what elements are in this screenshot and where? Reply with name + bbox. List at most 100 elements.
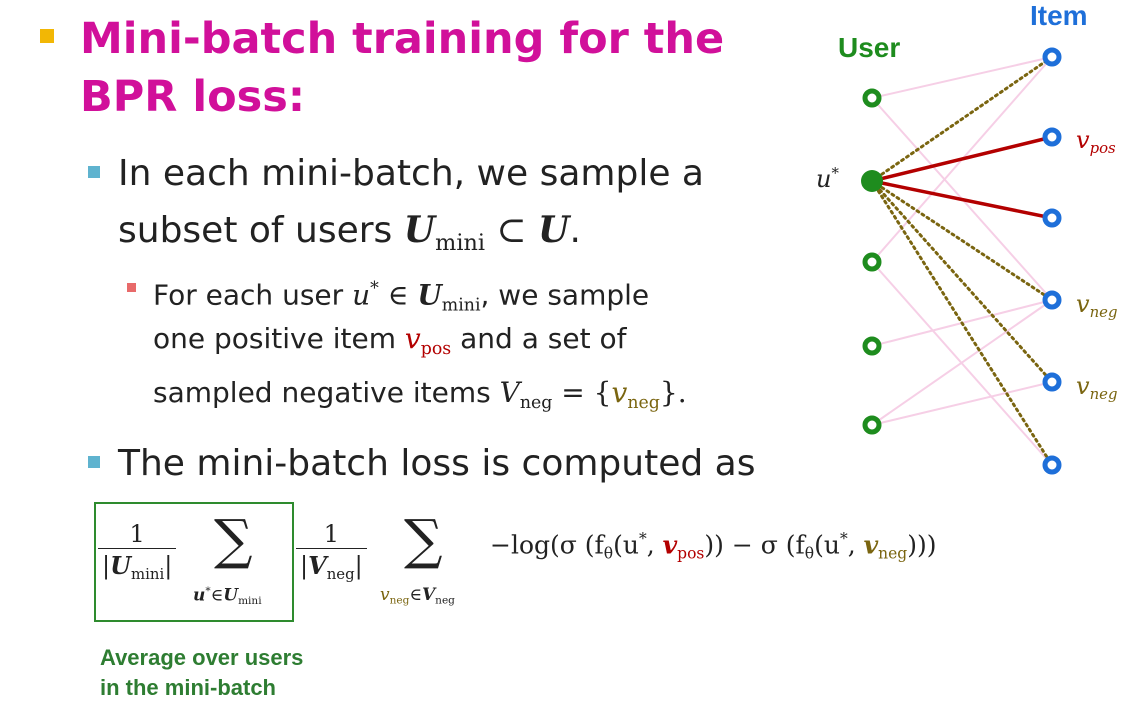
math-star: *: [831, 164, 839, 182]
math-theta: θ: [804, 544, 815, 563]
math-v: v: [1076, 126, 1090, 154]
text: and a set of: [460, 322, 627, 355]
bullet-1-text: subset of users: [118, 210, 393, 251]
bipartite-graph: [861, 47, 1062, 475]
sub-bullet-line-3: sampled negative items Vneg = {vneg}.: [153, 370, 833, 426]
math-sub-neg: neg: [435, 594, 455, 607]
edge-pos: [871, 135, 1053, 183]
user-node: [862, 252, 882, 272]
title-bullet: [40, 29, 54, 43]
math-text: (σ (f: [550, 530, 604, 560]
user-node-ustar: [861, 170, 883, 192]
math-sub-neg: neg: [1089, 385, 1118, 404]
average-over-users-label: Average over users in the mini-batch: [100, 643, 303, 703]
punct: .: [569, 210, 581, 251]
sub-bullet-line-2: one positive item vpos and a set of: [153, 316, 813, 372]
item-node: [1042, 372, 1062, 392]
text: one positive item: [153, 322, 396, 355]
math-sub-neg: neg: [519, 393, 553, 414]
math-text: )) − σ (f: [704, 530, 805, 560]
math-in: ∈: [409, 585, 422, 605]
math-sub-mini: mini: [441, 295, 481, 316]
vneg-label-2: vneg: [1076, 372, 1117, 403]
math-U: U: [417, 278, 442, 312]
item-node: [1042, 47, 1062, 67]
math-V: V: [421, 585, 436, 605]
math-text: (u: [814, 530, 840, 560]
vneg-label-1: vneg: [1076, 290, 1117, 321]
math-sub-neg: neg: [326, 565, 355, 584]
math-eq: = {: [552, 376, 612, 409]
math-brace: }.: [659, 376, 687, 409]
math-u: u: [816, 164, 832, 193]
math-U: U: [403, 209, 436, 251]
text: sampled negative items: [153, 376, 491, 409]
math-sub-neg: neg: [878, 544, 908, 563]
user-node: [862, 336, 882, 356]
text: , we sample: [480, 278, 650, 312]
sum-negatives-subscript: vneg∈Vneg: [380, 585, 455, 607]
positive-edges: [871, 135, 1053, 220]
math-v-pos: v: [662, 530, 678, 560]
math-sub-pos: pos: [677, 544, 705, 563]
math-theta: θ: [603, 544, 614, 563]
user-node: [862, 415, 882, 435]
edge: [871, 56, 1053, 99]
text: For each user: [153, 278, 344, 312]
sum-symbol-negatives: ∑: [404, 508, 443, 571]
math-in: ∈: [210, 585, 224, 606]
math-v-neg: v: [611, 376, 628, 409]
item-nodes: [1042, 47, 1062, 475]
loss-expression: −log(σ (fθ(u*, vpos)) − σ (fθ(u*, vneg))…: [490, 530, 937, 563]
math-sub-mini: mini: [435, 229, 485, 256]
math-u: u: [352, 278, 371, 312]
sub-bullet-marker: [127, 283, 136, 292]
math-text: ))): [907, 530, 937, 560]
math-u: u: [193, 585, 206, 606]
math-sub-mini: mini: [131, 565, 165, 584]
sum-users-subscript: u*∈Umini: [193, 585, 262, 607]
item-node: [1042, 290, 1062, 310]
math-v: v: [1076, 372, 1090, 400]
math-text: (u: [613, 530, 639, 560]
edge: [871, 381, 1053, 426]
math-subset: ⊂: [484, 210, 539, 251]
math-v-pos: v: [404, 322, 421, 355]
math-sub-neg: neg: [1089, 303, 1118, 322]
math-log: −log: [490, 530, 550, 560]
math-U: U: [110, 551, 132, 580]
math-sub-neg: neg: [627, 393, 660, 414]
bullet-marker: [88, 456, 100, 468]
bullet-1-line-1: In each mini-batch, we sample a: [118, 153, 704, 194]
math-text: ,: [847, 530, 864, 560]
math-U: U: [223, 585, 239, 606]
bullet-1-line-2: subset of users Umini ⊂ U.: [118, 202, 798, 271]
user-nodes: [862, 88, 882, 435]
math-sub-neg: neg: [389, 594, 410, 607]
math-star: *: [839, 530, 848, 548]
math-V: V: [499, 376, 520, 409]
edge: [871, 299, 1053, 426]
item-node: [1042, 455, 1062, 475]
slide-title: Mini-batch training for the BPR loss:: [80, 14, 725, 122]
math-sub-pos: pos: [420, 339, 452, 360]
sum-symbol-users: ∑: [214, 508, 253, 571]
math-star: *: [638, 530, 647, 548]
edge-neg: [870, 179, 1054, 467]
frac-numerator: 1: [129, 520, 145, 548]
fraction-users: 1 |Umini|: [98, 520, 177, 584]
fraction-negatives: 1 |Vneg|: [296, 520, 367, 583]
item-node: [1042, 127, 1062, 147]
math-v-neg: v: [863, 530, 879, 560]
math-U: U: [538, 209, 570, 251]
user-node: [862, 88, 882, 108]
math-sub-mini: mini: [238, 595, 262, 607]
math-in: ∈: [378, 278, 418, 312]
label-line: in the mini-batch: [100, 675, 276, 700]
ustar-label: u*: [816, 164, 839, 193]
vpos-label: vpos: [1076, 126, 1116, 157]
edge-neg: [870, 55, 1054, 183]
math-text: ,: [646, 530, 663, 560]
item-column-label: Item: [1030, 0, 1088, 31]
math-v: v: [1076, 290, 1090, 318]
